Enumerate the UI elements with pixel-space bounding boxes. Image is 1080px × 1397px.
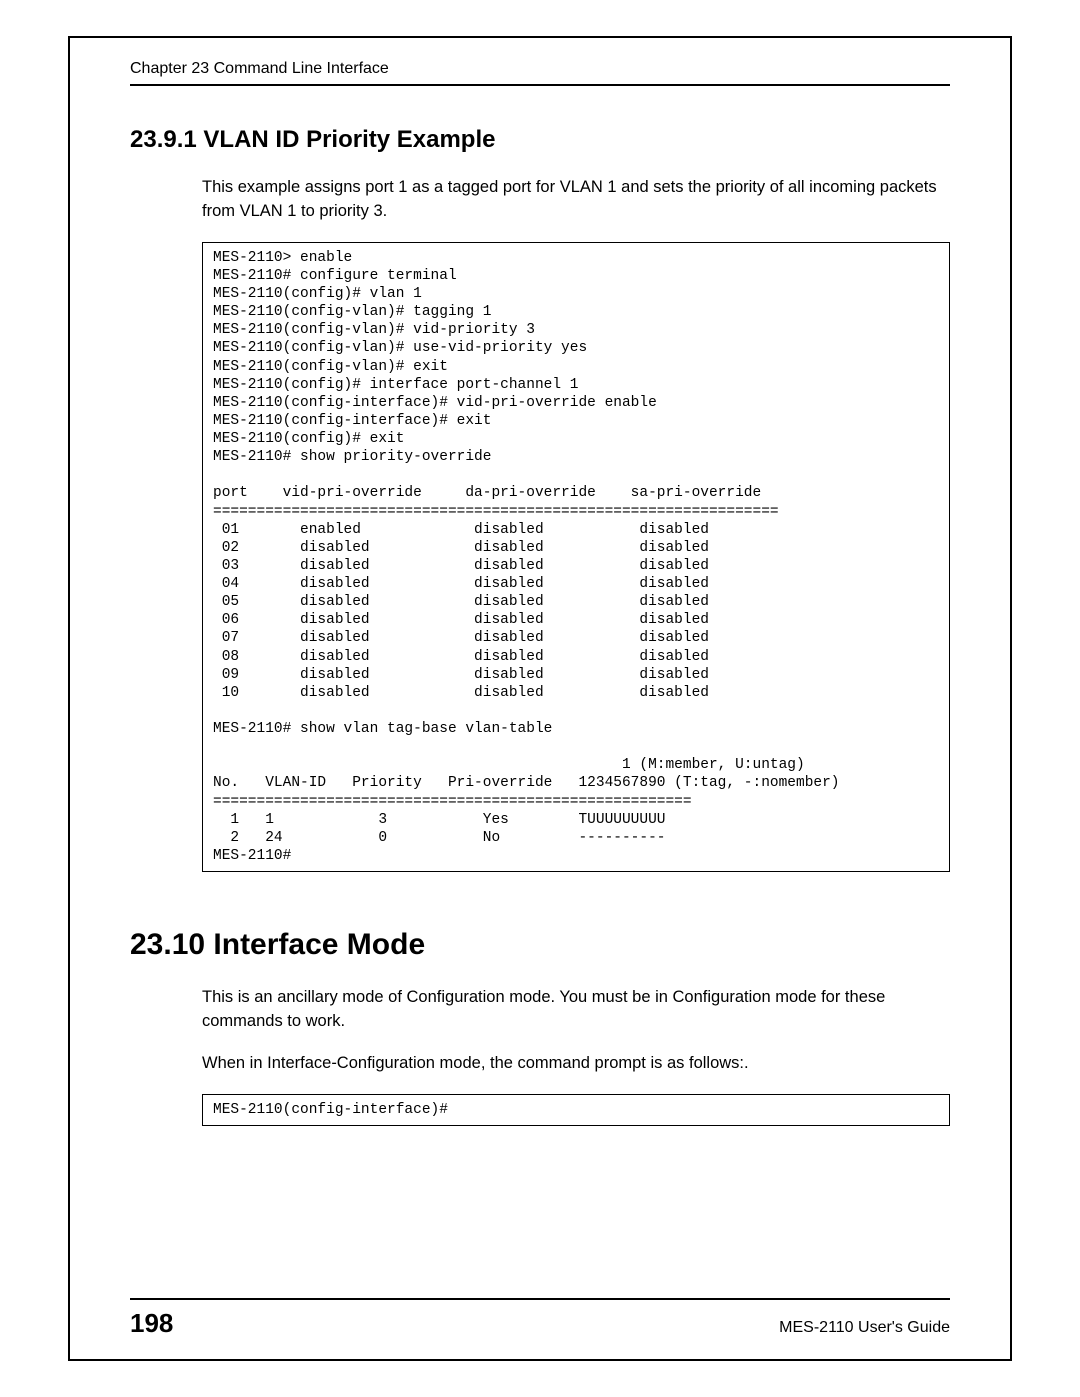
section1-paragraph: This example assigns port 1 as a tagged … [202,176,950,224]
page-header: Chapter 23 Command Line Interface [130,60,950,86]
code-block-vlan-example: MES-2110> enable MES-2110# configure ter… [202,242,950,872]
page-frame: Chapter 23 Command Line Interface 23.9.1… [68,36,1012,1361]
page-number: 198 [130,1308,173,1339]
footer-line: 198 MES-2110 User's Guide [130,1308,950,1339]
section-heading-23-9-1: 23.9.1 VLAN ID Priority Example [130,126,950,154]
guide-title: MES-2110 User's Guide [779,1319,950,1337]
page-footer: 198 MES-2110 User's Guide [130,1298,950,1339]
chapter-label: Chapter 23 Command Line Interface [130,60,389,77]
section2-paragraph-2: When in Interface-Configuration mode, th… [202,1052,950,1076]
footer-rule [130,1298,950,1300]
section-heading-23-10: 23.10 Interface Mode [130,928,950,962]
section2-paragraph-1: This is an ancillary mode of Configurati… [202,986,950,1034]
code-block-interface-mode: MES-2110(config-interface)# [202,1094,950,1126]
